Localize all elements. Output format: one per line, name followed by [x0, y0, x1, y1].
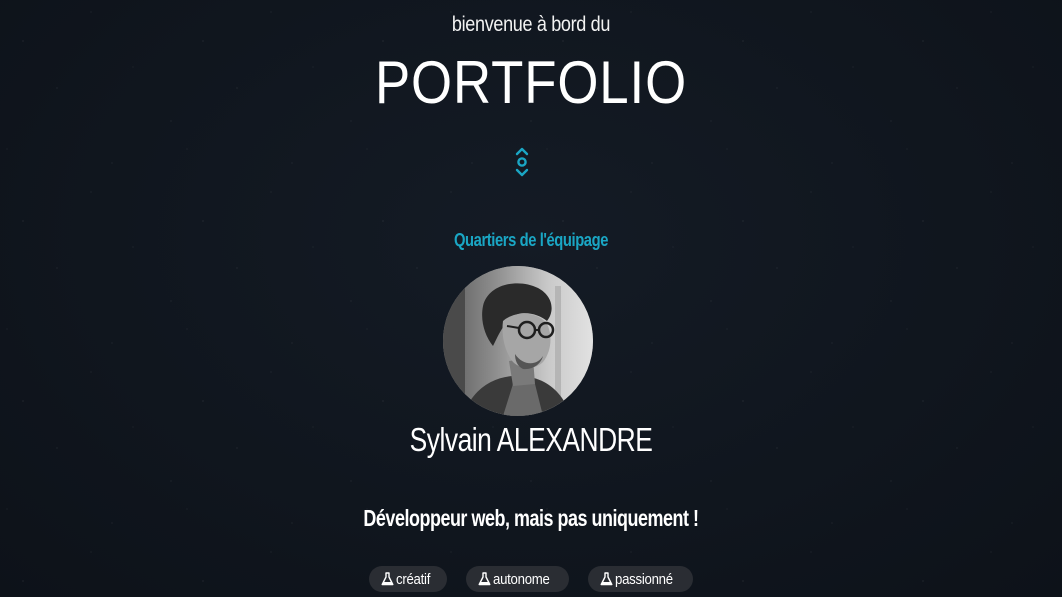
flask-icon: [600, 572, 613, 586]
page-title: PORTFOLIO: [374, 49, 688, 116]
tag-creatif: créatif: [369, 566, 447, 592]
tag-list: créatif autonome passionné: [0, 566, 1062, 592]
tag-autonome: autonome: [465, 566, 570, 592]
scroll-arrows-icon[interactable]: [513, 146, 531, 178]
welcome-text: bienvenue à bord du: [451, 13, 611, 36]
tag-passionne: passionné: [588, 566, 693, 592]
tag-label: créatif: [396, 570, 431, 588]
flask-icon: [381, 572, 394, 586]
profile-tagline: Développeur web, mais pas uniquement !: [363, 505, 699, 531]
tag-label: autonome: [492, 570, 550, 588]
profile-photo: [443, 266, 593, 416]
profile-name: Sylvain ALEXANDRE: [409, 421, 653, 458]
avatar: [443, 266, 593, 416]
section-title: Quartiers de l'équipage: [453, 230, 609, 250]
tag-label: passionné: [615, 570, 673, 588]
page: bienvenue à bord du PORTFOLIO Quartiers …: [0, 0, 1062, 597]
flask-icon: [478, 572, 491, 586]
